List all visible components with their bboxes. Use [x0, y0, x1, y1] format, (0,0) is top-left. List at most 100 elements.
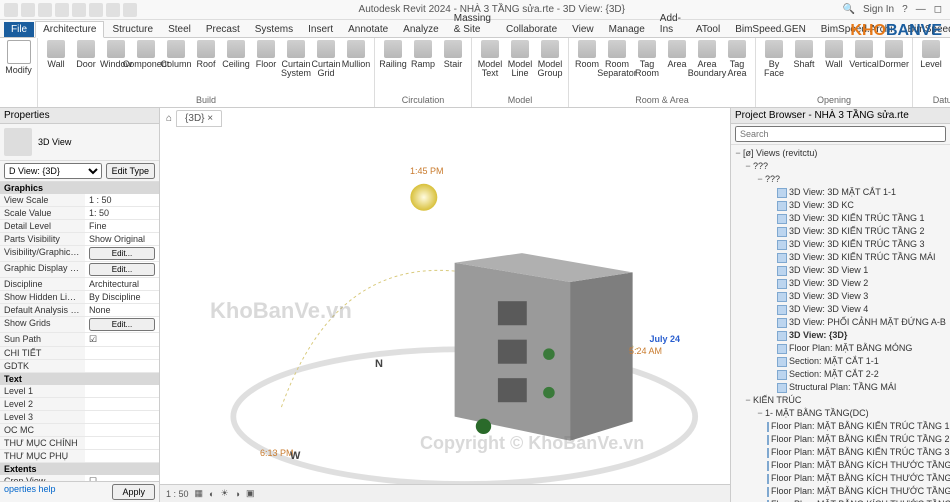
wall-button[interactable]: Wall	[42, 40, 70, 69]
tree-node[interactable]: − 1- MẶT BẰNG TẦNG(DC)	[733, 407, 948, 420]
prop-value[interactable]	[85, 385, 159, 397]
tree-node[interactable]: Floor Plan: MẶT BẰNG KIẾN TRÚC TẦNG 1	[733, 420, 948, 433]
curtain-grid-button[interactable]: Curtain Grid	[312, 40, 340, 78]
level-button[interactable]: Level	[917, 40, 945, 69]
edit-button[interactable]: Edit...	[89, 247, 155, 260]
signin-link[interactable]: Sign In	[863, 4, 894, 15]
railing-button[interactable]: Railing	[379, 40, 407, 69]
properties-help-link[interactable]: operties help	[4, 484, 56, 500]
tab-steel[interactable]: Steel	[161, 22, 198, 37]
qat-revit-icon[interactable]	[4, 3, 18, 17]
tree-toggle-icon[interactable]: −	[755, 173, 765, 186]
tree-node[interactable]: 3D View: 3D View 2	[733, 277, 948, 290]
tree-node[interactable]: Floor Plan: MẶT BẰNG MÓNG	[733, 342, 948, 355]
mullion-button[interactable]: Mullion	[342, 40, 370, 69]
prop-value[interactable]	[85, 398, 159, 410]
prop-value[interactable]: Fine	[85, 220, 159, 232]
tree-node[interactable]: Section: MẶT CẮT 2-2	[733, 368, 948, 381]
prop-value[interactable]	[85, 424, 159, 436]
tab-addins[interactable]: Add-Ins	[653, 11, 688, 37]
tab-annotate[interactable]: Annotate	[341, 22, 395, 37]
prop-value[interactable]: Edit...	[85, 262, 159, 277]
browser-search-input[interactable]	[735, 126, 946, 142]
minimize-icon[interactable]: —	[916, 4, 926, 15]
crop-icon[interactable]: ▣	[246, 488, 255, 499]
view-home-icon[interactable]: ⌂	[166, 113, 172, 124]
vertical-button[interactable]: Vertical	[850, 40, 878, 69]
viewport[interactable]: ⌂ {3D} ×	[160, 108, 730, 502]
tree-toggle-icon[interactable]: −	[743, 394, 753, 407]
tree-node[interactable]: Floor Plan: MẶT BẰNG KÍCH THƯỚC TẦNG 2	[733, 472, 948, 485]
tree-node[interactable]: Floor Plan: MẶT BẰNG KIẾN TRÚC TẦNG 3	[733, 446, 948, 459]
tree-node[interactable]: 3D View: 3D KIẾN TRÚC TẦNG 2	[733, 225, 948, 238]
stair-button[interactable]: Stair	[439, 40, 467, 69]
tag-room-button[interactable]: Tag Room	[633, 40, 661, 78]
tree-node[interactable]: Floor Plan: MẶT BẰNG KÍCH THƯỚC TẦNG 1	[733, 459, 948, 472]
sunpath-icon[interactable]: ☀	[220, 488, 228, 499]
qat-redo-icon[interactable]	[72, 3, 86, 17]
tree-node[interactable]: Floor Plan: MẶT BẰNG KÍCH THƯỚC TẦNG MÁI	[733, 498, 948, 502]
tag-area-button[interactable]: Tag Area	[723, 40, 751, 78]
prop-value[interactable]: Edit...	[85, 246, 159, 261]
tree-node[interactable]: 3D View: 3D View 1	[733, 264, 948, 277]
model-line-button[interactable]: Model Line	[506, 40, 534, 78]
maximize-icon[interactable]: ◻	[934, 4, 942, 15]
prop-value[interactable]	[85, 347, 159, 359]
curtain-system-button[interactable]: Curtain System	[282, 40, 310, 78]
qat-save-icon[interactable]	[38, 3, 52, 17]
floor-button[interactable]: Floor	[252, 40, 280, 69]
tree-node[interactable]: 3D View: 3D KIẾN TRÚC TẦNG 3	[733, 238, 948, 251]
tree-node[interactable]: 3D View: 3D KIẾN TRÚC TẦNG 1	[733, 212, 948, 225]
tab-atool[interactable]: ATool	[689, 22, 727, 37]
ceiling-button[interactable]: Ceiling	[222, 40, 250, 69]
qat-measure-icon[interactable]	[106, 3, 120, 17]
modify-button[interactable]: Modify	[4, 40, 33, 75]
tree-toggle-icon[interactable]: −	[733, 147, 743, 160]
tab-analyze[interactable]: Analyze	[396, 22, 446, 37]
tree-node[interactable]: 3D View: 3D View 4	[733, 303, 948, 316]
by-face-button[interactable]: By Face	[760, 40, 788, 78]
tree-node[interactable]: − ???	[733, 173, 948, 186]
qat-undo-icon[interactable]	[55, 3, 69, 17]
wall-button[interactable]: Wall	[820, 40, 848, 69]
shadows-icon[interactable]: ◑	[235, 489, 240, 499]
qat-print-icon[interactable]	[89, 3, 103, 17]
prop-value[interactable]: 1 : 50	[85, 194, 159, 206]
tree-node[interactable]: Floor Plan: MẶT BẰNG KÍCH THƯỚC TẦNG 3	[733, 485, 948, 498]
canvas-3d[interactable]: 1:45 PM July 24 5:24 AM 6:13 PM N W KhoB…	[160, 128, 730, 484]
prop-value[interactable]	[85, 360, 159, 372]
shaft-button[interactable]: Shaft	[790, 40, 818, 69]
view-tab-3d[interactable]: {3D} ×	[176, 110, 222, 127]
ramp-button[interactable]: Ramp	[409, 40, 437, 69]
room-separator-button[interactable]: Room Separator	[603, 40, 631, 78]
prop-value[interactable]: Show Original	[85, 233, 159, 245]
tab-collaborate[interactable]: Collaborate	[499, 22, 564, 37]
edit-button[interactable]: Edit...	[89, 263, 155, 276]
tab-structure[interactable]: Structure	[105, 22, 160, 37]
tree-node[interactable]: Floor Plan: MẶT BẰNG KIẾN TRÚC TẦNG 2	[733, 433, 948, 446]
prop-value[interactable]: Architectural	[85, 278, 159, 290]
tab-view[interactable]: View	[565, 22, 601, 37]
prop-value[interactable]: 1: 50	[85, 207, 159, 219]
tab-bimspeed-gen[interactable]: BimSpeed.GEN	[728, 22, 813, 37]
tree-node[interactable]: 3D View: 3D KIẾN TRÚC TẦNG MÁI	[733, 251, 948, 264]
tree-node[interactable]: Structural Plan: TẦNG MÁI	[733, 381, 948, 394]
area-boundary-button[interactable]: Area Boundary	[693, 40, 721, 78]
prop-value[interactable]	[85, 450, 159, 462]
prop-value[interactable]	[85, 437, 159, 449]
prop-value[interactable]: None	[85, 304, 159, 316]
tab-massing[interactable]: Massing & Site	[447, 11, 498, 37]
tree-toggle-icon[interactable]: −	[755, 407, 765, 420]
tree-toggle-icon[interactable]: −	[743, 160, 753, 173]
qat-open-icon[interactable]	[21, 3, 35, 17]
apply-button[interactable]: Apply	[112, 484, 155, 500]
prop-value[interactable]: By Discipline	[85, 291, 159, 303]
model-text-button[interactable]: Model Text	[476, 40, 504, 78]
prop-value[interactable]: Edit...	[85, 317, 159, 332]
edit-type-button[interactable]: Edit Type	[106, 163, 155, 179]
tree-node[interactable]: 3D View: 3D KC	[733, 199, 948, 212]
model-group-button[interactable]: Model Group	[536, 40, 564, 78]
type-selector[interactable]: D View: {3D}	[4, 163, 102, 179]
tab-precast[interactable]: Precast	[199, 22, 247, 37]
help-icon[interactable]: ?	[902, 4, 908, 15]
